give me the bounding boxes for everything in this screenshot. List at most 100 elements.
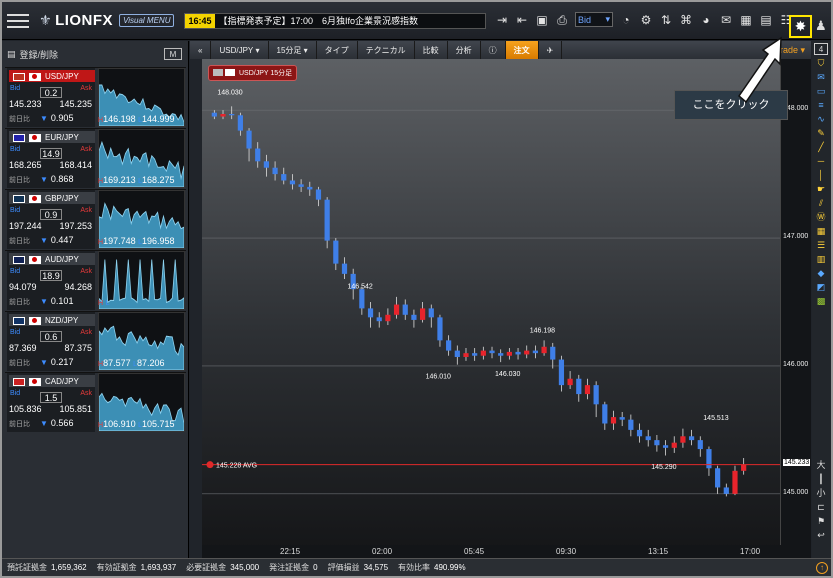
analysis-button[interactable]: 分析	[448, 41, 481, 59]
trendline-tool-icon[interactable]: ╱	[814, 141, 828, 153]
rate-item-cadjpy[interactable]: CAD/JPY Bid Ask 1.5 105.836 105.851 前日比 …	[5, 372, 186, 433]
pen-tool-icon[interactable]: ✎	[814, 127, 828, 139]
ask-price[interactable]: 145.235	[59, 99, 92, 109]
ask-price[interactable]: 94.268	[64, 282, 92, 292]
pair-symbol: AUD/JPY	[45, 254, 79, 264]
color-icon[interactable]: ▩	[814, 295, 828, 307]
order-button[interactable]: 注文	[505, 41, 539, 59]
eraser-icon[interactable]: ◩	[814, 281, 828, 293]
low-value: 87.206	[137, 358, 165, 368]
shape-tool-icon[interactable]: ◆	[814, 267, 828, 279]
currency-flag-icon	[13, 378, 25, 386]
chart-symbol-tag: USD/JPY 15分足	[208, 65, 298, 81]
speed-order-icon[interactable]: ◔	[619, 13, 633, 27]
rate-item-gbpjpy[interactable]: GBP/JPY Bid Ask 0.9 197.244 197.253 前日比 …	[5, 189, 186, 250]
mode-toggle[interactable]: M	[164, 48, 182, 60]
price-tick-label: 145.000	[783, 488, 809, 496]
chart-canvas[interactable]: 145.228 AVG 148.030 146.542 146.198 146.010 1…	[202, 59, 780, 545]
print-icon[interactable]: ⎙	[555, 13, 569, 27]
chart-type-button[interactable]: タイプ	[317, 41, 358, 59]
hline-tool-icon[interactable]: ─	[814, 155, 828, 167]
time-tick-label: 05:45	[464, 547, 485, 556]
pair-symbol-bar[interactable]: GBP/JPY	[9, 192, 95, 204]
zoom-slider[interactable]: ┃	[814, 473, 828, 485]
rate-item-eurjpy[interactable]: EUR/JPY Bid Ask 14.9 168.265 168.414 前日比…	[5, 128, 186, 189]
scroll-top-icon[interactable]: ↑	[816, 562, 828, 574]
ask-price[interactable]: 197.253	[59, 221, 92, 231]
grid-tool-icon[interactable]: ▦	[814, 225, 828, 237]
sparkline-chart[interactable]	[98, 251, 185, 310]
screen-icon[interactable]: ▭	[814, 85, 828, 97]
channel-tool-icon[interactable]: ⫽	[814, 197, 828, 209]
compare-button[interactable]: 比較	[415, 41, 448, 59]
visual-menu-button[interactable]: Visual MENU	[119, 14, 175, 27]
bid-price[interactable]: 87.369	[9, 343, 37, 353]
pair-symbol-bar[interactable]: CAD/JPY	[9, 375, 95, 387]
wave-pattern-icon[interactable]: Ⓦ	[814, 211, 828, 223]
ask-price[interactable]: 87.375	[64, 343, 92, 353]
exchange-icon[interactable]: ⇅	[659, 13, 673, 27]
save-icon[interactable]: ▣	[535, 13, 549, 27]
timeframe-select[interactable]: 15分足 ▾	[269, 41, 317, 59]
scroll-left-icon[interactable]: ⊏	[814, 501, 828, 513]
bid-price[interactable]: 168.265	[9, 160, 42, 170]
settings-gear-button[interactable]: ✸	[789, 15, 812, 38]
report-icon[interactable]: ▤	[759, 13, 773, 27]
pair-symbol-bar[interactable]: NZD/JPY	[9, 314, 95, 326]
register-delete-label[interactable]: 登録/削除	[20, 48, 59, 61]
bid-price[interactable]: 94.079	[9, 282, 37, 292]
cursor-tool-icon[interactable]: ⛉	[814, 57, 828, 69]
candle-body	[211, 112, 217, 117]
bid-price[interactable]: 197.244	[9, 221, 42, 231]
ask-price[interactable]: 105.851	[59, 404, 92, 414]
rate-info: AUD/JPY Bid Ask 18.9 94.079 94.268 前日比 0…	[7, 251, 95, 310]
collapse-panel-icon[interactable]: «	[190, 41, 212, 59]
hand-tool-icon[interactable]: ☛	[814, 183, 828, 195]
fib-tool-icon[interactable]: ☰	[814, 239, 828, 251]
gann-tool-icon[interactable]: ▥	[814, 253, 828, 265]
panel-count-badge[interactable]: 4	[814, 43, 828, 55]
rate-icon[interactable]: ⚙	[639, 13, 653, 27]
info-icon[interactable]: ⓘ	[481, 41, 506, 59]
return-icon[interactable]: ↩	[814, 529, 828, 541]
antenna-icon[interactable]: ✈	[539, 41, 563, 59]
price-chart[interactable]: 145.228 AVG 148.030 146.542 146.198 146.010 1…	[202, 59, 811, 558]
bars-tool-icon[interactable]: ≡	[814, 99, 828, 111]
zoom-out-label[interactable]: 小	[814, 487, 828, 499]
export-icon[interactable]: ⇥	[495, 13, 509, 27]
technical-button[interactable]: テクニカル	[358, 41, 415, 59]
candle-body	[393, 304, 400, 315]
import-icon[interactable]: ⇤	[515, 13, 529, 27]
ask-price[interactable]: 168.414	[59, 160, 92, 170]
symbol-select[interactable]: USD/JPY ▾	[211, 41, 269, 59]
edit-list-icon[interactable]: ▤	[7, 49, 16, 60]
user-icon[interactable]: ♟	[815, 18, 827, 34]
position-icon[interactable]: ⌘	[679, 13, 693, 27]
price-type-select[interactable]: Bid ▾	[575, 12, 613, 27]
news-ticker[interactable]: 16:45 【指標発表予定】17:00 6月独Ifo企業景況感指数	[184, 12, 487, 29]
vline-tool-icon[interactable]: │	[814, 169, 828, 181]
flag-icon[interactable]: ⚑	[814, 515, 828, 527]
pie-chart-icon[interactable]: ◕	[699, 13, 713, 27]
wave-tool-icon[interactable]: ∿	[814, 113, 828, 125]
calendar-icon[interactable]: ▦	[739, 13, 753, 27]
lion-logo-icon: ⚜	[39, 12, 53, 28]
rate-item-usdjpy[interactable]: USD/JPY Bid Ask 0.2 145.233 145.235 前日比 …	[5, 67, 186, 128]
pair-symbol-bar[interactable]: EUR/JPY	[9, 131, 95, 143]
bid-price[interactable]: 105.836	[9, 404, 42, 414]
rate-list-panel: ▤ 登録/削除 M USD/JPY Bid Ask 0.2 145.233 14…	[2, 41, 189, 558]
rate-item-audjpy[interactable]: AUD/JPY Bid Ask 18.9 94.079 94.268 前日比 0…	[5, 250, 186, 311]
candle-body	[272, 167, 278, 175]
mail-icon[interactable]: ✉	[814, 71, 828, 83]
price-annotation: 146.030	[495, 371, 520, 378]
rate-item-nzdjpy[interactable]: NZD/JPY Bid Ask 0.6 87.369 87.375 前日比 0.…	[5, 311, 186, 372]
bid-label: Bid	[10, 146, 21, 153]
candle-body	[229, 113, 235, 116]
bid-price[interactable]: 145.233	[9, 99, 42, 109]
hamburger-menu-icon[interactable]	[7, 12, 29, 30]
pair-symbol-bar[interactable]: AUD/JPY	[9, 253, 95, 265]
candle-body	[446, 340, 452, 351]
pair-symbol-bar[interactable]: USD/JPY	[9, 70, 95, 82]
zoom-in-label[interactable]: 大	[814, 459, 828, 471]
megaphone-icon[interactable]: ✉	[719, 13, 733, 27]
